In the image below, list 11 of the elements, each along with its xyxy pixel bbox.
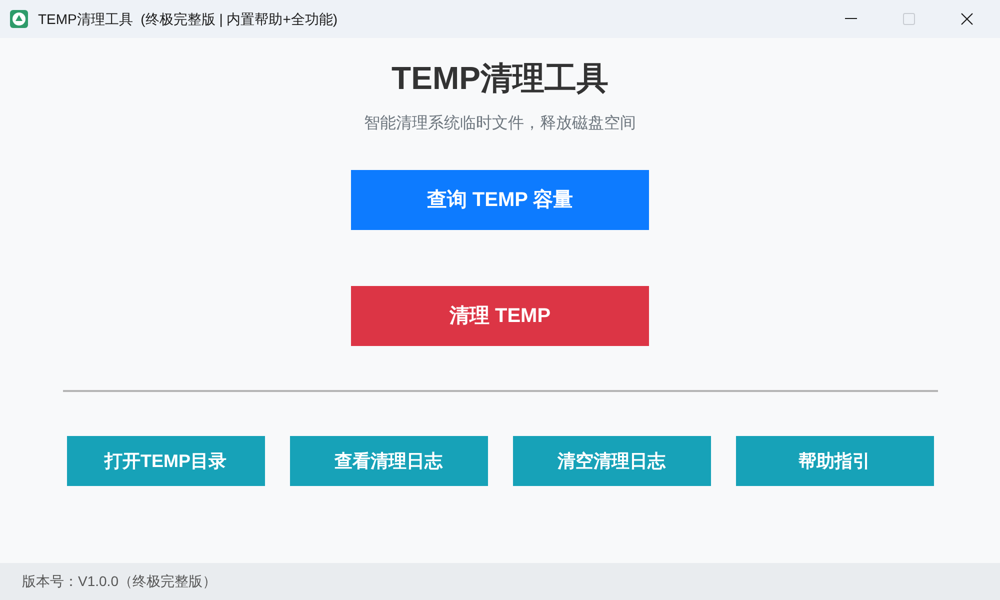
version-text: 版本号：V1.0.0（终极完整版） [22,572,216,591]
tool-button[interactable]: 清空清理日志 [512,436,710,486]
clean-button[interactable]: 清理 TEMP [351,286,649,346]
window-title: TEMP清理工具 (终极完整版 | 内置帮助+全功能) [38,10,338,29]
subtitle: 智能清理系统临时文件，释放磁盘空间 [364,114,636,134]
app-heading: TEMP清理工具 [392,59,608,98]
query-button[interactable]: 查询 TEMP 容量 [351,170,649,230]
app-icon [10,10,28,28]
tool-button[interactable]: 帮助指引 [736,436,934,486]
tool-button[interactable]: 查看清理日志 [290,436,488,486]
tool-button[interactable]: 打开TEMP目录 [66,436,264,486]
